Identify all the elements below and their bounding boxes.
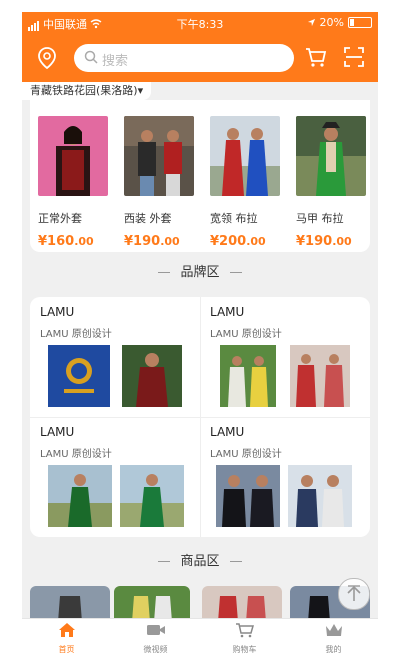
- brand-name: LAMU: [210, 425, 245, 439]
- battery-percent: 20%: [319, 16, 344, 29]
- home-icon: [58, 623, 75, 637]
- video-icon: [146, 625, 165, 635]
- app-screen: 中国联通 下午8:33 20% 搜索 青藏铁路花园(果洛路)▾ 正常外套 ¥16…: [22, 12, 378, 654]
- product-image: [296, 116, 366, 196]
- scroll-to-top-button[interactable]: [338, 578, 370, 610]
- location-text: 青藏铁路花园(果洛路)▾: [30, 84, 144, 97]
- location-arrow-icon: [307, 18, 315, 27]
- tab-label: 购物车: [232, 645, 257, 654]
- product-price: ¥160.00: [38, 234, 94, 249]
- tab-cart[interactable]: 购物车: [200, 619, 289, 654]
- brand-section-title: 品牌区: [22, 261, 378, 280]
- brand-card[interactable]: LAMU LAMU 原创设计: [30, 417, 200, 537]
- product-name: 西装 外套: [124, 212, 172, 225]
- brand-image: [288, 465, 352, 527]
- goods-image[interactable]: [114, 586, 190, 622]
- brand-image: [290, 345, 350, 407]
- product-name: 正常外套: [38, 212, 82, 225]
- brand-image: [122, 345, 182, 407]
- tab-label: 微视频: [143, 645, 168, 654]
- brand-subtitle: LAMU 原创设计: [40, 449, 112, 460]
- top-header: 搜索: [22, 34, 378, 82]
- bottom-tab-bar: 首页 微视频 购物车 我的: [22, 618, 378, 654]
- product-price: ¥190.00: [124, 234, 180, 249]
- brand-grid: LAMU LAMU 原创设计 LAMU LAMU 原创设计 LAMU LAMU …: [30, 297, 370, 537]
- crown-icon: [325, 624, 342, 636]
- brand-image: [216, 465, 280, 527]
- brand-image: [220, 345, 276, 407]
- brand-image: [120, 465, 184, 527]
- arrow-up-icon: [347, 585, 361, 601]
- brand-card[interactable]: LAMU LAMU 原创设计: [200, 297, 370, 417]
- product-price: ¥190.00: [296, 234, 352, 249]
- product-card: 正常外套 ¥160.00 西装 外套 ¥190.00 宽领 布拉 ¥200.00…: [30, 100, 370, 252]
- product-price: ¥200.00: [210, 234, 266, 249]
- location-selector[interactable]: 青藏铁路花园(果洛路)▾: [22, 82, 152, 100]
- brand-subtitle: LAMU 原创设计: [210, 329, 282, 340]
- tab-profile[interactable]: 我的: [289, 619, 378, 654]
- product-image: [38, 116, 108, 196]
- product-image: [124, 116, 194, 196]
- search-icon: [84, 50, 98, 64]
- search-input[interactable]: 搜索: [74, 44, 294, 72]
- product-item[interactable]: 西装 外套 ¥190.00: [124, 116, 194, 249]
- brand-subtitle: LAMU 原创设计: [210, 449, 282, 460]
- status-bar: 中国联通 下午8:33 20%: [22, 12, 378, 34]
- brand-card[interactable]: LAMU LAMU 原创设计: [30, 297, 200, 417]
- tab-video[interactable]: 微视频: [111, 619, 200, 654]
- tab-label: 首页: [58, 645, 75, 654]
- product-name: 马甲 布拉: [296, 212, 344, 225]
- brand-subtitle: LAMU 原创设计: [40, 329, 112, 340]
- brand-name: LAMU: [40, 305, 75, 319]
- brand-logo-image: [48, 345, 110, 407]
- battery-icon: [348, 17, 372, 28]
- cart-icon: [235, 623, 254, 638]
- cart-icon[interactable]: [304, 45, 328, 69]
- search-placeholder: 搜索: [102, 54, 129, 69]
- product-item[interactable]: 宽领 布拉 ¥200.00: [210, 116, 280, 249]
- tab-home[interactable]: 首页: [22, 619, 111, 654]
- goods-image[interactable]: [202, 586, 282, 622]
- product-name: 宽领 布拉: [210, 212, 258, 225]
- brand-card[interactable]: LAMU LAMU 原创设计: [200, 417, 370, 537]
- product-image: [210, 116, 280, 196]
- location-pin-icon[interactable]: [36, 46, 58, 70]
- brand-image: [48, 465, 112, 527]
- goods-section-title: 商品区: [22, 550, 378, 569]
- brand-name: LAMU: [210, 305, 245, 319]
- goods-image[interactable]: [30, 586, 110, 622]
- brand-name: LAMU: [40, 425, 75, 439]
- product-item[interactable]: 马甲 布拉 ¥190.00: [296, 116, 366, 249]
- scan-icon[interactable]: [342, 45, 366, 69]
- product-item[interactable]: 正常外套 ¥160.00: [38, 116, 108, 249]
- tab-label: 我的: [325, 645, 342, 654]
